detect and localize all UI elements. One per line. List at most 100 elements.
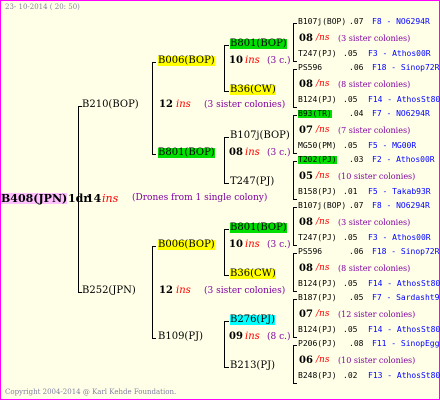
- connector-line: [224, 91, 229, 92]
- connector-line: [224, 183, 229, 184]
- gen3-top-num: .06: [349, 63, 364, 72]
- connector-line: [152, 62, 153, 154]
- connector-line: [293, 245, 297, 246]
- gen3-bottom-ref: F14 - AthosSt80R: [368, 325, 440, 334]
- gen3-top-code: T202(PJ): [298, 155, 337, 164]
- gen3-top-ref: F8 - NO6294R: [372, 17, 430, 26]
- gen2-ins: ins: [245, 55, 260, 66]
- connector-line: [293, 207, 294, 245]
- gen1-count: 12: [159, 99, 173, 110]
- gen3-top-code: B107j(BOP): [298, 17, 347, 26]
- connector-line: [293, 291, 297, 292]
- connector-line: [152, 154, 156, 155]
- gen3-ins: /ns: [316, 217, 330, 227]
- gen2-count: 09: [229, 331, 243, 342]
- gen3-top-ref: F18 - Sinop72R: [372, 247, 440, 256]
- root-note: (Drones from 1 single colony): [132, 193, 268, 203]
- connector-line: [224, 229, 225, 275]
- date-stamp: 23- 10-2014 ( 20: 50): [5, 3, 80, 11]
- connector-line: [293, 383, 297, 384]
- gen3-ins: /ns: [316, 79, 330, 89]
- gen3-top-num: .08: [349, 339, 364, 348]
- connector-line: [293, 61, 297, 62]
- connector-line: [293, 115, 297, 116]
- gen3-code: B36(CW): [230, 268, 276, 279]
- gen1-code: B252(JPN): [82, 285, 136, 296]
- gen3-bottom-code: T247(PJ): [298, 49, 337, 58]
- gen3-note: (7 sister colonies): [338, 126, 411, 135]
- connector-line: [224, 321, 229, 322]
- connector-line: [224, 321, 225, 367]
- connector-line: [224, 137, 225, 183]
- gen3-note: (3 sister colonies): [338, 34, 411, 43]
- gen3-bottom-code: T247(PJ): [298, 233, 337, 242]
- gen3-count: 07: [299, 125, 313, 136]
- gen3-bottom-num: .05: [343, 95, 358, 104]
- connector-line: [293, 299, 297, 300]
- gen3-top-code: B93(TR): [298, 109, 332, 118]
- gen3-count: 08: [299, 33, 313, 44]
- gen3-top-code: P206(PJ): [298, 339, 337, 348]
- connector-line: [224, 45, 229, 46]
- connector-line: [293, 69, 294, 107]
- gen3-code: T247(PJ): [230, 176, 275, 187]
- gen1-code: B210(BOP): [82, 99, 139, 110]
- gen3-bottom-code: B248(PJ): [298, 371, 337, 380]
- gen2-count: 10: [229, 55, 243, 66]
- gen3-bottom-ref: F14 - AthosSt80R: [368, 95, 440, 104]
- gen3-code: B213(PJ): [230, 360, 275, 371]
- gen3-top-num: .04: [349, 109, 364, 118]
- gen3-ins: /ns: [316, 355, 330, 365]
- connector-line: [293, 337, 297, 338]
- connector-line: [224, 275, 229, 276]
- gen3-top-ref: F2 - Athos00R: [372, 155, 435, 164]
- gen1-ins: ins: [176, 99, 191, 110]
- gen3-note: (3 sister colonies): [338, 218, 411, 227]
- gen2-ins: ins: [245, 239, 260, 250]
- connector-line: [293, 345, 294, 383]
- gen3-bottom-num: .05: [343, 325, 358, 334]
- gen3-bottom-num: .02: [343, 371, 358, 380]
- gen3-count: 08: [299, 217, 313, 228]
- gen3-bottom-code: B124(PJ): [298, 325, 337, 334]
- gen3-note: (10 sister colonies): [338, 356, 416, 365]
- root-ins: ins: [102, 192, 119, 205]
- gen3-bottom-ref: F3 - Athos00R: [368, 233, 431, 242]
- gen3-bottom-num: .05: [343, 233, 358, 242]
- gen3-top-code: B107j(BOP): [298, 201, 347, 210]
- gen3-code: B36(CW): [230, 84, 276, 95]
- gen3-bottom-num: .01: [343, 187, 358, 196]
- connector-line: [293, 69, 297, 70]
- gen2-code: B109(PJ): [158, 331, 203, 342]
- connector-line: [224, 367, 229, 368]
- gen3-top-num: .03: [349, 155, 364, 164]
- gen2-code: B006(BOP): [158, 55, 215, 66]
- connector-line: [293, 299, 294, 337]
- connector-line: [293, 161, 297, 162]
- gen3-code: B801(BOP): [230, 222, 287, 233]
- connector-line: [293, 115, 294, 153]
- gen3-ins: /ns: [316, 309, 330, 319]
- connector-line: [152, 246, 153, 338]
- gen3-top-ref: F11 - SinopEgg86R: [372, 339, 440, 348]
- gen2-code: B801(BOP): [158, 147, 215, 158]
- connector-line: [224, 137, 229, 138]
- gen1-note: (3 sister colonies): [204, 286, 286, 296]
- connector-line: [293, 253, 294, 291]
- root-code: B408(JPN): [1, 192, 68, 205]
- gen3-ins: /ns: [316, 171, 330, 181]
- gen2-note: (3 c.): [267, 148, 291, 158]
- gen3-bottom-num: .05: [343, 141, 358, 150]
- gen3-note: (12 sister colonies): [338, 310, 416, 319]
- connector-line: [293, 199, 297, 200]
- gen3-count: 07: [299, 309, 313, 320]
- gen3-code: B801(BOP): [230, 38, 287, 49]
- gen3-bottom-code: B124(PJ): [298, 95, 337, 104]
- connector-line: [293, 161, 294, 199]
- gen3-top-ref: F18 - Sinop72R: [372, 63, 440, 72]
- gen2-note: (3 c.): [267, 56, 291, 66]
- gen3-ins: /ns: [316, 33, 330, 43]
- gen3-ins: /ns: [316, 125, 330, 135]
- gen1-count: 12: [159, 285, 173, 296]
- copyright: Copyright 2004-2014 @ Karl Kehde Foundat…: [5, 388, 177, 396]
